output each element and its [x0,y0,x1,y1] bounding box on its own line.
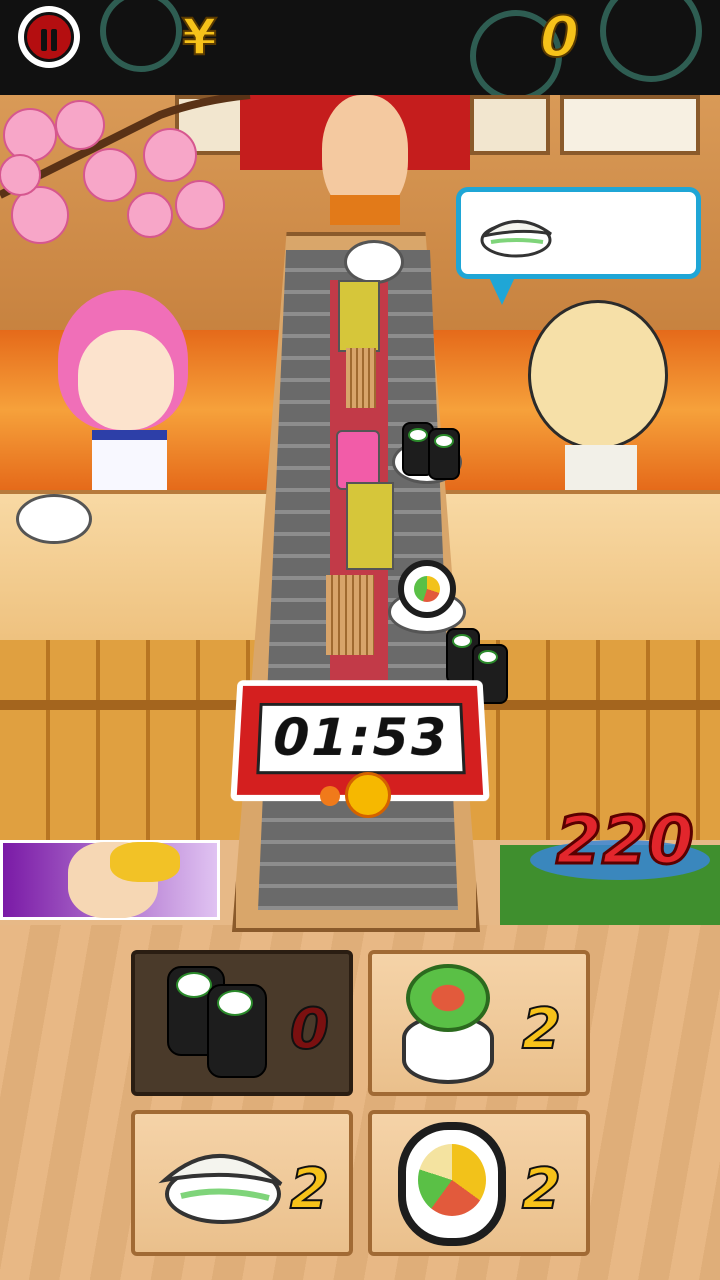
ammo-button-kappa-maki[interactable]: 0 [131,950,353,1096]
top-hud-bar [0,0,720,102]
menu-board [560,95,700,155]
decor-swirl [600,0,702,82]
ammo-count: 2 [521,1157,562,1222]
flower-ornament [320,786,340,806]
pause-button[interactable] [18,6,80,68]
sushi-chef-body [330,195,400,225]
rival-avatar-hair [110,842,180,882]
ammo-count: 2 [289,1157,330,1222]
money-counter: 0 [539,5,580,70]
timer-display: 01:53 [256,702,466,775]
ika-nigiri-on-belt[interactable] [344,240,404,284]
decor-swirl [100,0,182,72]
order-bubble-tail [488,275,516,305]
kappa-maki-icon [207,984,267,1078]
pause-icon [24,12,74,62]
empty-plate [16,494,92,544]
wooden-floor [0,925,720,1280]
shoji-window [470,95,550,155]
customer-old-man-body [565,445,637,493]
ammo-button-ika-nigiri[interactable]: 2 [131,1110,353,1256]
chopsticks-holder [326,575,374,655]
ammo-button-salad-roll[interactable]: 2 [368,950,590,1096]
soy-sauce-bottle [336,430,380,490]
futomaki-icon [398,1122,506,1246]
kappa-maki-on-belt[interactable] [428,428,460,480]
timer-text: 01:53 [272,708,450,769]
customer-girl [78,330,174,430]
customer-old-man [528,300,668,450]
order-bubble [456,187,701,279]
ika-nigiri-icon [480,220,552,258]
cherry-blossom-decor [0,95,251,244]
tamago-block [346,482,394,570]
ammo-count: 2 [521,997,562,1062]
flower-ornament [345,772,391,818]
salad-roll-filling [406,964,490,1032]
ammo-count: 0 [289,997,330,1062]
chopsticks-holder [346,348,376,408]
futomaki-on-belt[interactable] [398,560,456,618]
ammo-button-futomaki[interactable]: 2 [368,1110,590,1256]
tamago-block [338,280,380,352]
ika-nigiri-icon [158,1154,283,1224]
score-counter: 220 [555,802,696,879]
currency-symbol: ¥ [181,8,218,66]
